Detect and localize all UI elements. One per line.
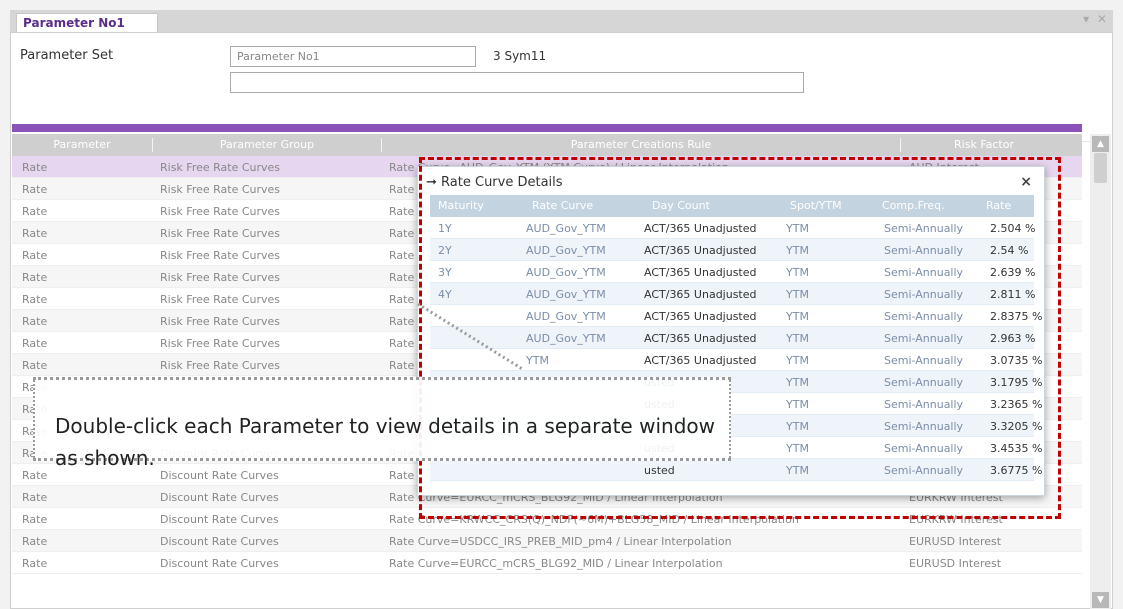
table-cell: Risk Free Rate Curves [160,161,281,174]
table-cell: Rate [22,337,48,350]
table-cell: Rate [22,205,48,218]
table-cell: Rate [22,359,48,372]
scroll-up-icon[interactable]: ▲ [1092,136,1109,152]
table-cell: EURUSD Interest [909,557,1002,570]
tab-parameter-no1[interactable]: Parameter No1 [16,13,158,32]
tab-bar: Parameter No1 ▾ ✕ [10,10,1113,32]
table-cell: Rate Curve=USDCC_IRS_PREB_MID_pm4 / Line… [389,535,732,548]
table-cell: Risk Free Rate Curves [160,271,281,284]
table-cell: Risk Free Rate Curves [160,337,281,350]
grid-header: Parameter Parameter Group Parameter Crea… [12,134,1082,156]
table-cell: Rate [22,557,48,570]
table-cell: Discount Rate Curves [160,535,279,548]
table-cell: Rate [22,469,48,482]
table-cell: Rate [22,227,48,240]
table-cell: Risk Free Rate Curves [160,227,281,240]
parameter-set-description-input[interactable] [230,72,804,93]
app-window: Parameter No1 ▾ ✕ Parameter Set Paramete… [0,0,1123,609]
table-cell: Rate [22,271,48,284]
table-cell: Risk Free Rate Curves [160,249,281,262]
table-cell: Rate [22,161,48,174]
callout-box: Double-click each Parameter to view deta… [33,377,731,470]
table-cell: Rate [22,535,48,548]
vertical-scrollbar[interactable]: ▲ ▼ [1090,134,1111,609]
parameter-set-name-input[interactable]: Parameter No1 [230,46,476,67]
table-cell: Rate [22,491,48,504]
table-row[interactable]: Rate Discount Rate Curves Rate Curve=EURCC… [12,552,1082,574]
table-cell: Discount Rate Curves [160,557,279,570]
table-cell: Rate Curve=EURCC_mCRS_BLG92_MID / Linear… [389,557,723,570]
col-parameter[interactable]: Parameter [12,138,152,151]
table-cell: Rate [22,249,48,262]
table-cell: Risk Free Rate Curves [160,293,281,306]
table-cell: Rate [22,315,48,328]
callout-text: Double-click each Parameter to view deta… [55,414,715,470]
scroll-thumb[interactable] [1094,153,1107,183]
grid-accent-bar [12,124,1082,132]
table-cell: Rate [22,183,48,196]
parameter-set-label: Parameter Set [20,48,114,63]
table-cell: Risk Free Rate Curves [160,315,281,328]
table-cell: Risk Free Rate Curves [160,205,281,218]
col-risk-factor[interactable]: Risk Factor [901,138,1067,151]
parameter-set-extra: 3 Sym11 [493,49,547,63]
table-cell: Risk Free Rate Curves [160,359,281,372]
table-cell: Discount Rate Curves [160,513,279,526]
col-parameter-group[interactable]: Parameter Group [153,138,381,151]
col-creation-rule[interactable]: Parameter Creations Rule [382,138,900,151]
table-cell: Rate [22,293,48,306]
table-cell: Discount Rate Curves [160,491,279,504]
table-row[interactable]: Rate Discount Rate Curves Rate Curve=USDCC… [12,530,1082,552]
callout-leader-line [417,302,525,372]
table-cell: EURUSD Interest [909,535,1002,548]
window-controls[interactable]: ▾ ✕ [1083,12,1109,26]
table-cell: Risk Free Rate Curves [160,183,281,196]
scroll-down-icon[interactable]: ▼ [1092,592,1109,608]
table-cell: Rate [22,513,48,526]
